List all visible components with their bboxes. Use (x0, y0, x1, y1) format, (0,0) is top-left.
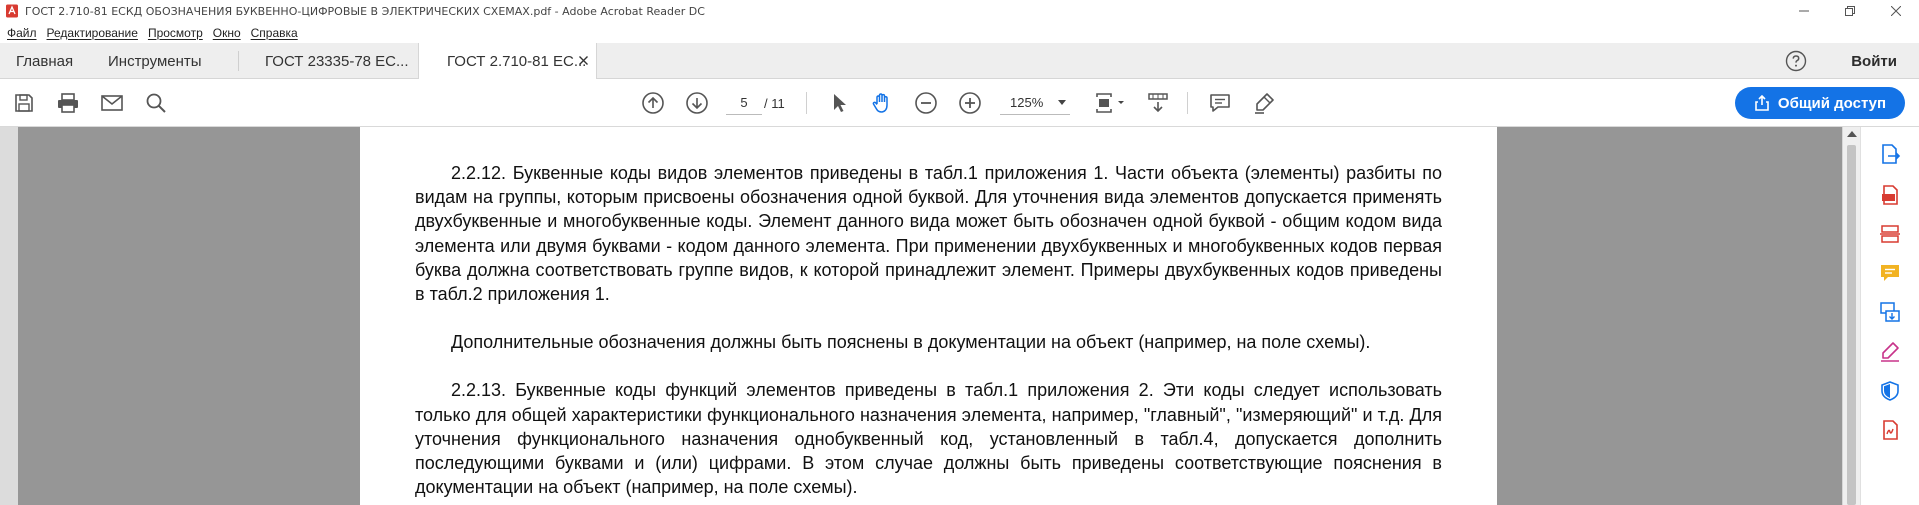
right-tools-panel (1860, 127, 1919, 505)
previous-page-icon[interactable] (640, 90, 666, 116)
share-icon (1754, 95, 1770, 111)
share-button-label: Общий доступ (1777, 94, 1887, 112)
tab-tools[interactable]: Инструменты (108, 43, 202, 79)
tab-bar: Главная Инструменты ГОСТ 23335-78 ЕС... … (0, 43, 1919, 80)
next-page-icon[interactable] (684, 90, 710, 116)
print-icon[interactable] (55, 90, 81, 116)
help-icon[interactable] (1785, 50, 1807, 72)
pdf-page: 2.2.12. Буквенные коды видов элементов п… (360, 127, 1497, 505)
zoom-select[interactable]: 125% (1000, 91, 1070, 115)
window-title: ГОСТ 2.710-81 ЕСКД ОБОЗНАЧЕНИЯ БУКВЕННО-… (25, 4, 705, 18)
document-viewport[interactable]: 2.2.12. Буквенные коды видов элементов п… (0, 127, 1842, 505)
share-button[interactable]: Общий доступ (1735, 87, 1905, 119)
menu-edit[interactable]: Редактирование (47, 26, 138, 40)
login-button[interactable]: Войти (1851, 43, 1897, 79)
page-number-input[interactable]: 5 (726, 91, 762, 115)
menu-window[interactable]: Окно (213, 26, 241, 40)
tab-document-1[interactable]: ГОСТ 23335-78 ЕС... (265, 43, 409, 79)
vertical-scrollbar[interactable] (1842, 127, 1860, 505)
tab-tools-label: Инструменты (108, 52, 202, 70)
paragraph-2-2-12: 2.2.12. Буквенные коды видов элементов п… (415, 163, 1442, 305)
organize-pages-icon[interactable] (1878, 222, 1902, 246)
tab-home-label: Главная (16, 52, 74, 70)
save-icon[interactable] (11, 90, 37, 116)
scroll-up-arrow-icon[interactable] (1847, 131, 1857, 137)
tab-document-2-label: ГОСТ 2.710-81 ЕС... (447, 53, 587, 70)
fill-sign-icon[interactable] (1878, 339, 1902, 363)
compress-pdf-icon[interactable] (1878, 300, 1902, 324)
highlight-pen-icon[interactable] (1251, 90, 1277, 116)
toolbar-divider (1187, 92, 1188, 114)
email-icon[interactable] (99, 90, 125, 116)
close-window-button[interactable] (1873, 0, 1919, 22)
tab-document-1-label: ГОСТ 23335-78 ЕС... (265, 52, 409, 70)
minimize-button[interactable] (1781, 0, 1827, 22)
zoom-value: 125% (1010, 95, 1044, 110)
restore-button[interactable] (1827, 0, 1873, 22)
create-pdf-icon[interactable] (1878, 183, 1902, 207)
hand-tool-icon[interactable] (869, 90, 895, 116)
tab-document-2[interactable]: ГОСТ 2.710-81 ЕС... (418, 43, 597, 80)
scroll-mode-icon[interactable] (1145, 90, 1171, 116)
select-cursor-icon[interactable] (826, 90, 852, 116)
tab-home[interactable]: Главная (16, 43, 73, 79)
toolbar: 5 / 11 125% Общий доступ (0, 79, 1919, 127)
search-icon[interactable] (143, 90, 169, 116)
title-bar: ГОСТ 2.710-81 ЕСКД ОБОЗНАЧЕНИЯ БУКВЕННО-… (0, 0, 1919, 22)
close-tab-icon[interactable] (579, 56, 588, 65)
paragraph-2-2-13: 2.2.13. Буквенные коды функций элементов… (415, 380, 1442, 498)
toolbar-divider (806, 92, 807, 114)
acrobat-logo-icon (5, 4, 19, 18)
page-total: / 11 (764, 95, 785, 111)
comment-tool-icon[interactable] (1878, 261, 1902, 285)
paragraph-additional-notes: Дополнительные обозначения должны быть п… (451, 332, 1371, 353)
tab-divider (238, 51, 239, 71)
export-pdf-icon[interactable] (1878, 142, 1902, 166)
more-tools-pdf-icon[interactable] (1878, 418, 1902, 442)
menu-view[interactable]: Просмотр (148, 26, 203, 40)
scrollbar-thumb[interactable] (1847, 145, 1856, 505)
zoom-in-icon[interactable] (957, 90, 983, 116)
zoom-out-icon[interactable] (913, 90, 939, 116)
page-text: 2.2.12. Буквенные коды видов элементов п… (415, 161, 1442, 499)
navigation-pane-collapsed[interactable] (0, 127, 18, 505)
comment-icon[interactable] (1207, 90, 1233, 116)
menu-bar: Файл Редактирование Просмотр Окно Справк… (0, 22, 1919, 43)
menu-file[interactable]: Файл (7, 26, 37, 40)
chevron-down-icon (1058, 100, 1066, 105)
fit-page-icon[interactable] (1093, 90, 1129, 116)
menu-help[interactable]: Справка (251, 26, 298, 40)
protect-shield-icon[interactable] (1878, 379, 1902, 403)
